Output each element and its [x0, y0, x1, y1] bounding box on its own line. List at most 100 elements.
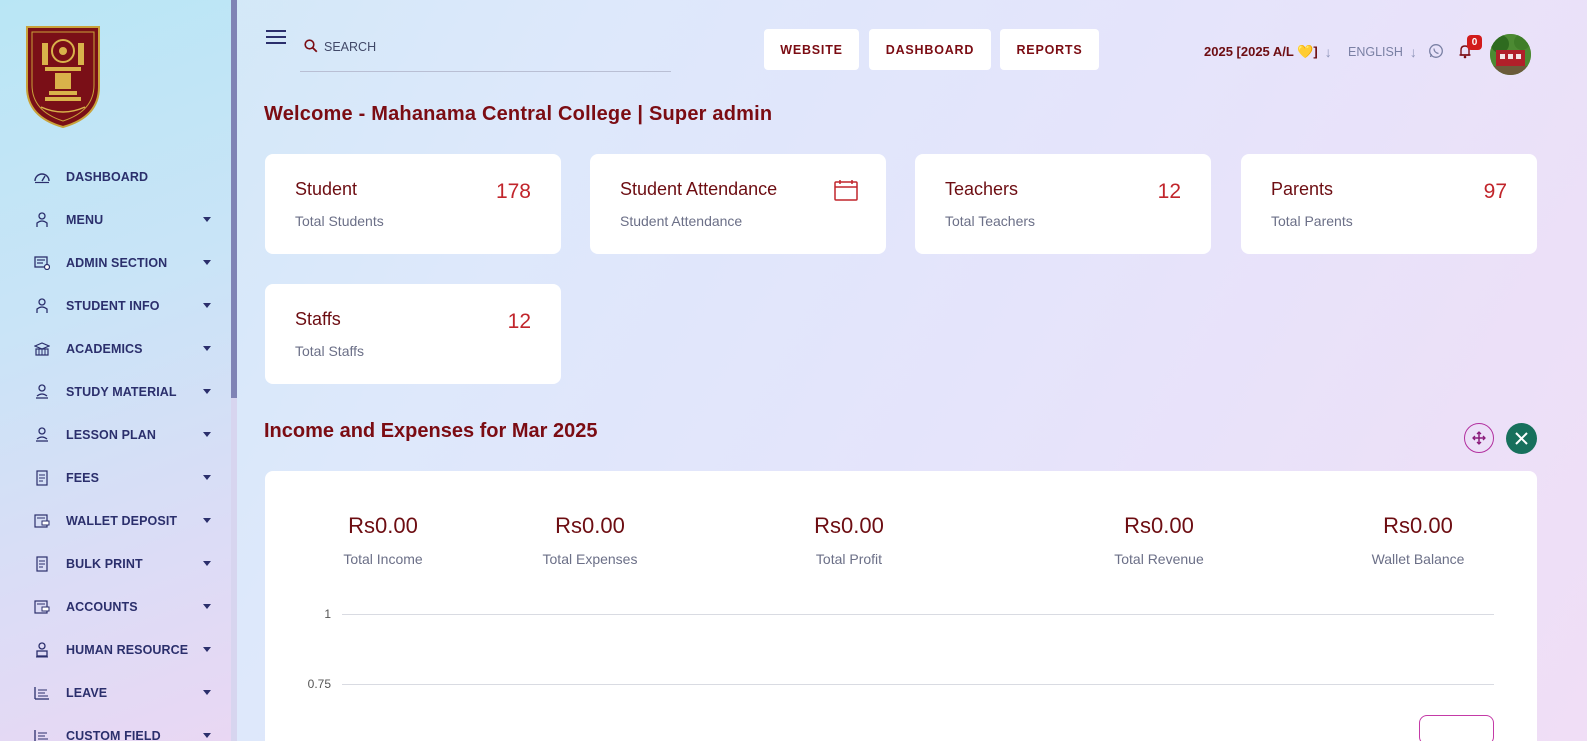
school-logo[interactable] — [25, 25, 101, 129]
sidebar-item-wallet-deposit[interactable]: WALLET DEPOSIT — [0, 499, 231, 542]
chart-menu-button[interactable] — [1419, 715, 1494, 741]
stat-label: Total Expenses — [542, 551, 638, 567]
total-profit-stat: Rs0.00 Total Profit — [759, 513, 939, 567]
reports-button[interactable]: REPORTS — [1000, 29, 1099, 70]
student-stat-card[interactable]: Student Total Students 178 — [265, 154, 561, 254]
sidebar-item-label: CUSTOM FIELD — [66, 728, 161, 741]
academics-icon — [33, 340, 51, 358]
accounts-icon — [33, 598, 51, 616]
student-icon — [33, 297, 51, 315]
language-select[interactable]: ENGLISH ↓ — [1348, 43, 1417, 61]
close-icon[interactable] — [1506, 423, 1537, 454]
sidebar-item-label: STUDY MATERIAL — [66, 384, 177, 399]
website-button[interactable]: WEBSITE — [764, 29, 859, 70]
sidebar-item-human-resource[interactable]: HUMAN RESOURCE — [0, 628, 231, 671]
total-income-stat: Rs0.00 Total Income — [293, 513, 473, 567]
stat-label: Wallet Balance — [1371, 551, 1465, 567]
custom-field-icon — [33, 727, 51, 741]
sidebar-item-label: HUMAN RESOURCE — [66, 642, 189, 657]
sidebar-item-label: STUDENT INFO — [66, 298, 160, 313]
stat-label: Total Revenue — [1114, 551, 1204, 567]
card-value: 12 — [507, 310, 531, 333]
sidebar-item-label: FEES — [66, 470, 100, 485]
chevron-down-icon — [203, 647, 211, 652]
sidebar-item-lesson-plan[interactable]: LESSON PLAN — [0, 413, 231, 456]
income-expenses-panel: Rs0.00 Total Income Rs0.00 Total Expense… — [265, 471, 1537, 741]
chevron-down-icon — [203, 217, 211, 222]
sidebar: DASHBOARD MENU ADMIN SECTION STUDENT INF… — [0, 0, 231, 741]
notification-count-badge: 0 — [1467, 35, 1482, 50]
sidebar-item-academics[interactable]: ACADEMICS — [0, 327, 231, 370]
sidebar-item-accounts[interactable]: ACCOUNTS — [0, 585, 231, 628]
human-resource-icon — [33, 641, 51, 659]
card-value: 97 — [1483, 180, 1507, 203]
sidebar-item-student-info[interactable]: STUDENT INFO — [0, 284, 231, 327]
card-subtitle: Student Attendance — [620, 213, 743, 229]
card-title: Parents — [1271, 179, 1334, 199]
stat-value: Rs0.00 — [1124, 513, 1194, 538]
card-title: Teachers — [945, 179, 1019, 199]
sidebar-item-label: LESSON PLAN — [66, 427, 156, 442]
card-title: Staffs — [295, 309, 341, 329]
total-revenue-stat: Rs0.00 Total Revenue — [1069, 513, 1249, 567]
search-icon — [304, 39, 318, 53]
chevron-down-icon — [203, 389, 211, 394]
sidebar-item-custom-field[interactable]: CUSTOM FIELD — [0, 714, 231, 741]
search-input[interactable] — [324, 36, 654, 58]
total-expenses-stat: Rs0.00 Total Expenses — [500, 513, 680, 567]
sidebar-item-dashboard[interactable]: DASHBOARD — [0, 155, 231, 198]
dashboard-icon — [33, 168, 51, 186]
print-icon — [33, 555, 51, 573]
card-title: Student Attendance — [620, 179, 778, 199]
attendance-stat-card[interactable]: Student Attendance Student Attendance — [590, 154, 886, 254]
study-material-icon — [33, 383, 51, 401]
card-value: 178 — [495, 180, 531, 203]
arrow-down-icon: ↓ — [1409, 44, 1417, 60]
hamburger-menu-icon[interactable] — [266, 30, 286, 48]
avatar[interactable] — [1490, 34, 1531, 75]
wallet-icon — [33, 512, 51, 530]
sidebar-item-menu[interactable]: MENU — [0, 198, 231, 241]
stat-label: Total Income — [343, 551, 423, 567]
sidebar-item-label: ACADEMICS — [66, 341, 143, 356]
card-subtitle: Total Students — [295, 213, 384, 229]
card-value: 12 — [1157, 180, 1181, 203]
calendar-icon — [834, 179, 858, 206]
y-axis-tick: 1 — [324, 607, 331, 621]
wallet-balance-stat: Rs0.00 Wallet Balance — [1328, 513, 1508, 567]
arrow-down-icon: ↓ — [1324, 44, 1332, 60]
card-subtitle: Total Parents — [1271, 213, 1353, 229]
dashboard-button[interactable]: DASHBOARD — [869, 29, 991, 70]
stat-value: Rs0.00 — [814, 513, 884, 538]
sidebar-scrollbar[interactable] — [231, 0, 237, 741]
card-subtitle: Total Staffs — [295, 343, 365, 359]
parents-stat-card[interactable]: Parents Total Parents 97 — [1241, 154, 1537, 254]
sidebar-item-leave[interactable]: LEAVE — [0, 671, 231, 714]
sidebar-item-label: MENU — [66, 212, 104, 227]
search-bar — [300, 30, 671, 72]
sidebar-item-admin-section[interactable]: ADMIN SECTION — [0, 241, 231, 284]
whatsapp-icon[interactable] — [1428, 43, 1446, 61]
stat-value: Rs0.00 — [555, 513, 625, 538]
chevron-down-icon — [203, 260, 211, 265]
page-title: Welcome - Mahanama Central College | Sup… — [264, 103, 773, 125]
sidebar-item-study-material[interactable]: STUDY MATERIAL — [0, 370, 231, 413]
sidebar-nav: DASHBOARD MENU ADMIN SECTION STUDENT INF… — [0, 155, 231, 741]
sidebar-item-fees[interactable]: FEES — [0, 456, 231, 499]
sidebar-item-label: LEAVE — [66, 685, 108, 700]
chevron-down-icon — [203, 346, 211, 351]
sidebar-item-bulk-print[interactable]: BULK PRINT — [0, 542, 231, 585]
income-section-title: Income and Expenses for Mar 2025 — [264, 420, 598, 442]
move-icon[interactable] — [1464, 423, 1494, 453]
teachers-stat-card[interactable]: Teachers Total Teachers 12 — [915, 154, 1211, 254]
leave-icon — [33, 684, 51, 702]
chevron-down-icon — [203, 475, 211, 480]
menu-user-icon — [33, 211, 51, 229]
sidebar-item-label: ACCOUNTS — [66, 599, 138, 614]
staffs-stat-card[interactable]: Staffs Total Staffs 12 — [265, 284, 561, 384]
session-select[interactable]: 2025 [2025 A/L 💛] ↓ — [1204, 43, 1332, 61]
chevron-down-icon — [203, 604, 211, 609]
chart-gridline — [342, 614, 1494, 615]
sidebar-scrollbar-thumb[interactable] — [231, 0, 237, 398]
sidebar-item-label: ADMIN SECTION — [66, 255, 168, 270]
